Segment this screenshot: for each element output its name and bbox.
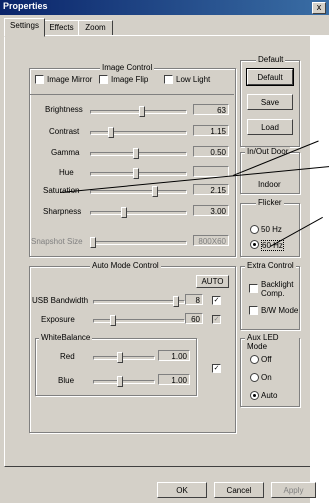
sharpness-slider[interactable]	[121, 207, 128, 218]
aux-led-title: Aux LED Mode	[245, 333, 299, 351]
usb-bandwidth-auto-checkbox[interactable]: ✓	[212, 296, 221, 305]
title-bar: Properties x	[0, 0, 329, 15]
usb-bandwidth-slider[interactable]	[172, 296, 179, 307]
default-group-title: Default	[256, 55, 286, 64]
gamma-value: 0.50	[193, 146, 229, 157]
white-balance-group: WhiteBalance	[35, 333, 197, 396]
low-light-checkbox[interactable]	[164, 75, 173, 84]
save-button[interactable]: Save	[247, 94, 293, 110]
contrast-track	[90, 131, 187, 135]
background-edge	[310, 35, 329, 503]
red-value: 1.00	[158, 350, 190, 361]
white-balance-title: WhiteBalance	[39, 333, 93, 342]
properties-window: Properties x Settings Effects Zoom Image…	[0, 0, 329, 503]
snapshot-size-label: Snapshot Size	[31, 237, 83, 246]
saturation-track	[90, 190, 187, 194]
brightness-value: 63	[193, 104, 229, 115]
brightness-slider[interactable]	[138, 106, 145, 117]
aux-led-on-radio[interactable]	[250, 373, 259, 382]
flicker-50hz-label: 50 Hz	[261, 225, 282, 234]
backlight-comp-checkbox[interactable]	[249, 284, 258, 293]
extra-control-group: Extra Control	[240, 261, 300, 330]
apply-button[interactable]: Apply	[271, 482, 316, 498]
exposure-slider[interactable]	[109, 315, 116, 326]
auto-mode-title: Auto Mode Control	[90, 261, 161, 270]
brightness-label: Brightness	[45, 105, 83, 114]
ok-button[interactable]: OK	[157, 482, 207, 498]
bw-mode-label: B/W Mode	[261, 306, 299, 315]
image-control-title: Image Control	[100, 63, 155, 72]
contrast-label: Contrast	[49, 127, 80, 136]
tab-effects[interactable]: Effects	[43, 20, 80, 36]
blue-track	[93, 380, 155, 384]
aux-led-off-label: Off	[261, 355, 272, 364]
blue-value: 1.00	[158, 374, 190, 385]
image-control-divider	[29, 94, 234, 95]
blue-label: Blue	[58, 376, 75, 385]
flicker-50hz-radio[interactable]	[250, 225, 259, 234]
flicker-title: Flicker	[256, 198, 284, 207]
sharpness-track	[90, 211, 187, 215]
extra-control-title: Extra Control	[245, 261, 296, 270]
image-control-group: Image Control	[29, 63, 236, 257]
hue-label: Hue	[59, 168, 74, 177]
exposure-track	[93, 319, 185, 323]
gamma-slider[interactable]	[132, 148, 139, 159]
blue-slider[interactable]	[117, 376, 124, 387]
exposure-label: Exposure	[41, 315, 75, 324]
usb-bandwidth-label: USB Bandwidth	[32, 296, 89, 305]
low-light-label: Low Light	[176, 75, 211, 84]
red-slider[interactable]	[117, 352, 124, 363]
window-title: Properties	[3, 1, 48, 11]
snapshot-size-value: 800X60	[193, 235, 229, 246]
sharpness-value: 3.00	[193, 205, 229, 216]
close-icon[interactable]: x	[312, 2, 326, 14]
cancel-button[interactable]: Cancel	[214, 482, 264, 498]
contrast-slider[interactable]	[107, 127, 114, 138]
aux-led-auto-radio[interactable]	[250, 391, 259, 400]
saturation-value: 2.15	[193, 184, 229, 195]
sharpness-label: Sharpness	[43, 207, 82, 216]
image-mirror-checkbox[interactable]	[35, 75, 44, 84]
gamma-label: Gamma	[51, 148, 80, 157]
image-flip-checkbox[interactable]	[99, 75, 108, 84]
auto-header: AUTO	[196, 275, 229, 288]
red-label: Red	[60, 352, 75, 361]
load-button[interactable]: Load	[247, 119, 293, 135]
indoor-option[interactable]: Indoor	[258, 180, 281, 189]
aux-led-auto-label: Auto	[261, 391, 278, 400]
image-flip-label: Image Flip	[111, 75, 149, 84]
usb-bandwidth-track	[93, 300, 185, 304]
usb-bandwidth-value: 8	[185, 294, 203, 305]
default-button[interactable]: Default	[246, 68, 294, 86]
aux-led-off-radio[interactable]	[250, 355, 259, 364]
backlight-comp-label: Backlight Comp.	[261, 280, 294, 298]
tab-zoom[interactable]: Zoom	[78, 20, 113, 36]
flicker-60hz-radio[interactable]	[250, 240, 259, 249]
contrast-value: 1.15	[193, 125, 229, 136]
exposure-auto-checkbox[interactable]: ✓	[212, 315, 221, 324]
aux-led-on-label: On	[261, 373, 272, 382]
snapshot-size-slider[interactable]	[90, 237, 96, 248]
exposure-value: 60	[185, 313, 203, 324]
tab-settings[interactable]: Settings	[4, 18, 45, 37]
bw-mode-checkbox[interactable]	[249, 306, 258, 315]
snapshot-size-track	[90, 241, 187, 245]
image-mirror-label: Image Mirror	[47, 75, 93, 84]
white-balance-auto-checkbox[interactable]: ✓	[212, 364, 221, 373]
saturation-slider[interactable]	[152, 186, 159, 197]
red-track	[93, 356, 155, 360]
hue-slider[interactable]	[132, 168, 139, 179]
